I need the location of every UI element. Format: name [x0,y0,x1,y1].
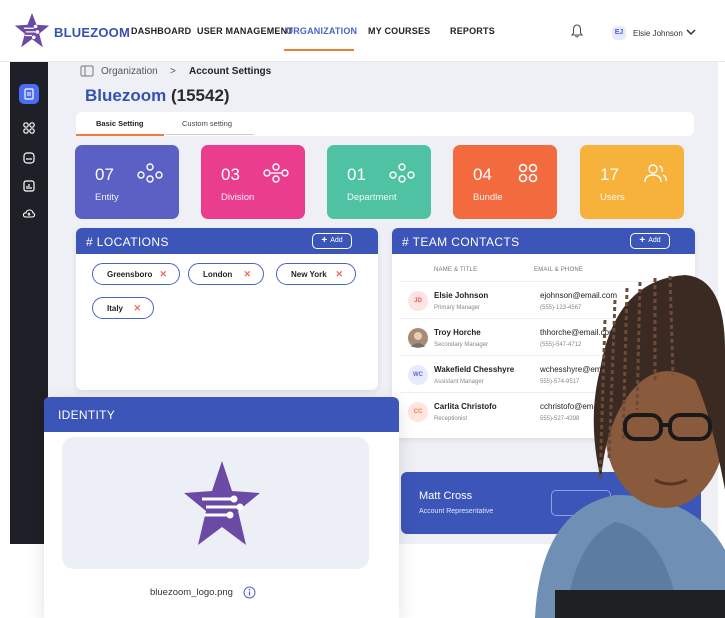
nav-active-indicator [284,49,354,51]
add-location-label: Add [330,237,343,244]
org-id: (15542) [170,86,230,105]
stat-value: 03 [221,165,240,184]
plus-icon: + [639,235,646,246]
entity-icon [137,163,163,183]
stat-value: 01 [347,165,366,184]
contact-role: Receptionist [434,416,468,422]
add-contact-label: Add [648,237,661,244]
contact-role: Primary Manager [434,305,481,311]
close-icon[interactable]: ✕ [335,269,343,280]
rep-name: Matt Cross [419,490,473,502]
top-bar: BLUEZOOM DASHBOARD USER MANAGEMENT ORGAN… [0,0,725,62]
nav-reports[interactable]: REPORTS [450,26,495,36]
team-contacts-header: # TEAM CONTACTS + Add [392,228,695,254]
stat-card-bundle[interactable]: 04 Bundle [453,145,557,219]
tabs-bar [76,112,694,136]
location-chip-new-york[interactable]: New York ✕ [276,263,356,285]
nav-user-management[interactable]: USER MANAGEMENT [197,26,293,36]
close-icon[interactable]: ✕ [133,303,141,314]
org-name: Bluezoom [85,86,167,105]
identity-header: IDENTITY [44,397,399,432]
breadcrumb-organization[interactable]: Organization [101,66,158,77]
stat-card-users[interactable]: 17 Users [580,145,684,219]
bluezoom-logo-icon[interactable] [14,12,50,50]
logo-file-name: bluezoom_logo.png [150,587,233,598]
rep-role: Account Representative [419,508,494,515]
identity-title: IDENTITY [58,408,116,422]
division-icon [263,163,289,183]
close-icon[interactable]: ✕ [243,269,251,280]
contact-role: Assistant Manager [434,379,484,385]
location-chip-london[interactable]: London ✕ [188,263,264,285]
column-header-name: NAME & TITLE [434,267,478,273]
nav-my-courses[interactable]: MY COURSES [368,26,430,36]
person-icon [411,332,425,347]
courses-icon[interactable] [22,151,36,165]
add-location-button[interactable]: + Add [312,233,352,249]
contact-avatar: WC [408,365,428,385]
locations-card: # LOCATIONS + Add Greensboro ✕ London ✕ N… [76,228,378,390]
bundle-icon [518,163,538,183]
locations-title: # LOCATIONS [86,235,169,249]
tab-basic-setting[interactable]: Basic Setting [96,119,144,128]
bluezoom-logo-icon [184,461,260,545]
contact-avatar: JD [408,291,428,311]
reports-icon[interactable] [22,179,36,193]
stat-label: Department [347,192,397,203]
location-chip-label: New York [291,270,327,279]
nav-dashboard[interactable]: DASHBOARD [131,26,191,36]
stat-label: Bundle [473,192,503,203]
breadcrumb-current: Account Settings [189,66,272,77]
tab-divider [166,134,254,135]
contact-name[interactable]: Elsie Johnson [434,291,488,300]
info-icon[interactable] [243,586,256,599]
stat-value: 17 [600,165,619,184]
page-title: Bluezoom (15542) [85,86,230,106]
breadcrumb-separator: > [170,66,176,77]
chevron-down-icon[interactable] [686,28,696,36]
brand-name[interactable]: BLUEZOOM [54,25,130,40]
add-contact-button[interactable]: + Add [630,233,670,249]
left-sidebar [10,62,48,544]
grid-icon[interactable] [22,121,36,135]
location-chip-italy[interactable]: Italy ✕ [92,297,154,319]
folder-icon [80,65,94,77]
user-avatar[interactable]: EJ [612,26,626,40]
contact-name[interactable]: Troy Horche [434,328,481,337]
stat-value: 07 [95,165,114,184]
contact-name[interactable]: Carlita Christofo [434,402,497,411]
location-chip-greensboro[interactable]: Greensboro ✕ [92,263,180,285]
tab-custom-setting[interactable]: Custom setting [182,119,232,128]
identity-card: IDENTITY bluezoom_logo.png [44,397,399,618]
document-icon[interactable] [22,87,36,101]
contact-name[interactable]: Wakefield Chesshyre [434,365,514,374]
stat-label: Users [600,192,625,203]
person-photo [535,275,725,618]
tab-active-indicator [76,134,164,136]
stat-label: Entity [95,192,119,203]
stat-label: Division [221,192,255,203]
stat-card-division[interactable]: 03 Division [201,145,305,219]
location-chip-label: Greensboro [107,270,153,279]
stat-card-entity[interactable]: 07 Entity [75,145,179,219]
department-icon [389,163,415,183]
contact-photo-avatar [408,328,428,348]
contact-avatar: CC [408,402,428,422]
plus-icon: + [321,235,328,246]
cloud-icon[interactable] [22,207,36,221]
user-name[interactable]: Elsie Johnson [633,29,683,38]
logo-upload-area[interactable] [62,437,369,569]
team-contacts-title: # TEAM CONTACTS [402,235,520,249]
stat-card-department[interactable]: 01 Department [327,145,431,219]
contact-role: Secondary Manager [434,342,489,348]
close-icon[interactable]: ✕ [159,269,167,280]
bell-icon[interactable] [571,24,583,38]
locations-header: # LOCATIONS + Add [76,228,378,254]
location-chip-label: Italy [107,304,124,313]
users-icon [644,164,667,183]
nav-organization[interactable]: ORGANIZATION [286,26,357,36]
stat-value: 04 [473,165,492,184]
location-chip-label: London [203,270,233,279]
